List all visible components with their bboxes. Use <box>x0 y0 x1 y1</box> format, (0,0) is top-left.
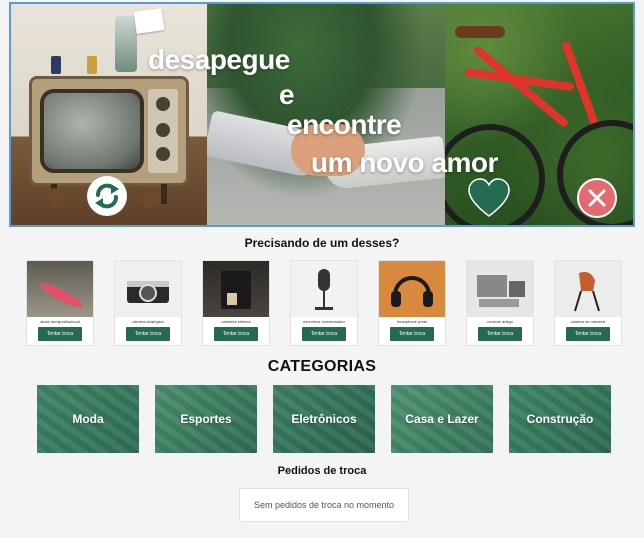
heart-icon <box>468 178 510 217</box>
product-image-chair <box>555 261 621 317</box>
product-name: console antigo <box>487 319 513 324</box>
product-image-camera <box>115 261 181 317</box>
jar-decoration <box>115 16 137 72</box>
category-label: Construção <box>526 412 594 426</box>
hero-line-3: encontre <box>287 109 402 140</box>
product-card: câmera analógica Tentar troca <box>114 260 182 346</box>
product-name: cadeira de madeira <box>570 319 606 324</box>
pinecone-decoration <box>45 188 65 208</box>
product-image-console <box>467 261 533 317</box>
try-trade-button[interactable]: Tentar troca <box>126 327 170 341</box>
note-decoration <box>133 8 165 34</box>
tv-leg <box>161 184 167 204</box>
can-decoration <box>87 56 97 74</box>
product-name: cafeteira elétrica <box>221 319 251 324</box>
tv-controls <box>148 89 178 173</box>
try-trade-button[interactable]: Tentar troca <box>390 327 434 341</box>
tv-illustration <box>29 76 189 186</box>
category-moda[interactable]: Moda <box>37 385 139 453</box>
category-construcao[interactable]: Construção <box>509 385 611 453</box>
product-name: câmera analógica <box>132 319 164 324</box>
hero-line-2: e <box>279 79 295 110</box>
product-name: microfone condensador <box>303 319 345 324</box>
category-label: Casa e Lazer <box>405 412 479 426</box>
bike-seat <box>455 26 505 38</box>
reject-button[interactable] <box>577 178 617 218</box>
product-list: skate semiprofissional Tentar troca câme… <box>0 260 644 346</box>
category-casa-e-lazer[interactable]: Casa e Lazer <box>391 385 493 453</box>
category-esportes[interactable]: Esportes <box>155 385 257 453</box>
swap-arrows-icon <box>95 183 119 209</box>
products-title: Precisando de um desses? <box>244 236 400 250</box>
swap-button[interactable] <box>87 176 127 216</box>
hero-line-1: desapegue <box>148 44 290 75</box>
product-card: skate semiprofissional Tentar troca <box>26 260 94 346</box>
product-name: skate semiprofissional <box>40 319 80 324</box>
product-card: cadeira de madeira Tentar troca <box>554 260 622 346</box>
category-label: Moda <box>72 412 104 426</box>
close-icon <box>588 189 606 207</box>
category-label: Esportes <box>180 412 232 426</box>
product-card: headphone preto Tentar troca <box>378 260 446 346</box>
hero-banner: desapegue e encontre um novo amor <box>9 2 635 227</box>
try-trade-button[interactable]: Tentar troca <box>214 327 258 341</box>
product-name: headphone preto <box>396 319 428 324</box>
product-image-microphone <box>291 261 357 317</box>
try-trade-button[interactable]: Tentar troca <box>566 327 610 341</box>
category-eletronicos[interactable]: Eletrônicos <box>273 385 375 453</box>
product-card: console antigo Tentar troca <box>466 260 534 346</box>
try-trade-button[interactable]: Tentar troca <box>302 327 346 341</box>
product-image-coffee-maker <box>203 261 269 317</box>
product-card: microfone condensador Tentar troca <box>290 260 358 346</box>
product-card: cafeteira elétrica Tentar troca <box>202 260 270 346</box>
try-trade-button[interactable]: Tentar troca <box>478 327 522 341</box>
requests-empty-box: Sem pedidos de troca no momento <box>239 488 409 522</box>
categories-title: CATEGORIAS <box>267 358 377 375</box>
requests-title: Pedidos de troca <box>277 465 367 477</box>
tv-screen <box>40 89 144 173</box>
pinecone-decoration <box>139 188 159 208</box>
product-image-headphone <box>379 261 445 317</box>
like-button[interactable] <box>467 178 511 218</box>
can-decoration <box>51 56 61 74</box>
try-trade-button[interactable]: Tentar troca <box>38 327 82 341</box>
product-image-skate <box>27 261 93 317</box>
hero-line-4: um novo amor <box>311 147 498 178</box>
category-label: Eletrônicos <box>291 412 357 426</box>
